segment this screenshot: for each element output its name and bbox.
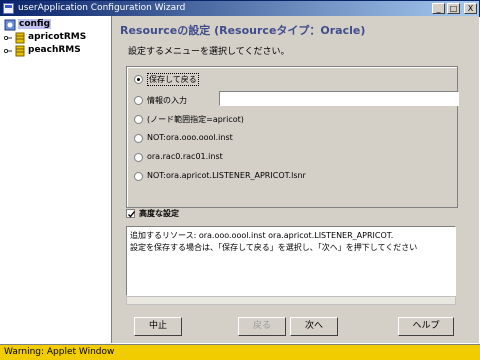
option-label: ora.rac0.rac01.inst xyxy=(147,152,223,161)
radio-button[interactable] xyxy=(134,75,143,84)
menu-options-group: 保存して戻る 情報の入力 (ノード範囲指定=apricot) NOT:ora.o… xyxy=(126,66,459,208)
horizontal-scrollbar[interactable] xyxy=(126,296,456,305)
tree-label-apricotRMS: apricotRMS xyxy=(28,32,87,42)
main-panel: Resourceの設定 (Resourceタイプ：Oracle) 設定するメニュ… xyxy=(112,16,479,343)
option-label: NOT:ora.ooo.oool.inst xyxy=(147,133,233,142)
radio-button[interactable] xyxy=(134,172,143,181)
radio-button[interactable] xyxy=(134,153,143,162)
info-text-area[interactable]: 追加するリソース: ora.ooo.oool.inst ora.apricot.… xyxy=(126,226,456,296)
advanced-settings-label: 高度な設定 xyxy=(139,209,179,218)
info-line: 設定を保存する場合は、「保存して戻る」を選択し、「次へ」を押下してください xyxy=(130,243,418,252)
option-label: NOT:ora.apricot.LISTENER_APRICOT.lsnr xyxy=(147,171,306,180)
maximize-button[interactable]: □ xyxy=(447,3,460,14)
window-title: userApplication Configuration Wizard xyxy=(18,3,186,13)
info-line: 追加するリソース: ora.ooo.oool.inst ora.apricot.… xyxy=(130,231,394,240)
option-label: (ノード範囲指定=apricot) xyxy=(147,115,244,124)
status-bar: Warning: Applet Window xyxy=(0,344,480,360)
cancel-button[interactable]: 中止 xyxy=(134,317,182,336)
rms-folder-icon xyxy=(14,45,26,57)
app-icon xyxy=(3,3,14,14)
status-text: Warning: Applet Window xyxy=(4,347,115,357)
help-button[interactable]: ヘルプ xyxy=(398,317,454,336)
network-icon xyxy=(4,19,16,31)
radio-button[interactable] xyxy=(134,115,143,124)
instruction-text: 設定するメニューを選択してください。 xyxy=(128,47,290,57)
next-button[interactable]: 次へ xyxy=(290,317,338,336)
page-title: Resourceの設定 (Resourceタイプ：Oracle) xyxy=(120,24,366,37)
back-button[interactable]: 戻る xyxy=(238,317,286,336)
expand-toggle-icon[interactable] xyxy=(4,47,12,55)
radio-button[interactable] xyxy=(134,134,143,143)
config-tree[interactable]: config apricotRMS peachRMS xyxy=(0,16,112,343)
tree-label-peachRMS: peachRMS xyxy=(28,45,81,55)
title-bar[interactable]: userApplication Configuration Wizard _ □… xyxy=(0,0,480,17)
radio-button[interactable] xyxy=(134,96,143,105)
close-button[interactable]: X xyxy=(464,3,477,14)
option-label: 情報の入力 xyxy=(147,96,187,105)
info-input-field[interactable] xyxy=(219,91,459,106)
rms-folder-icon xyxy=(14,32,26,44)
checkbox[interactable] xyxy=(126,209,136,218)
expand-toggle-icon[interactable] xyxy=(4,34,12,42)
option-label: 保存して戻る xyxy=(147,73,199,86)
tree-label-config: config xyxy=(18,19,52,29)
minimize-button[interactable]: _ xyxy=(432,3,445,14)
